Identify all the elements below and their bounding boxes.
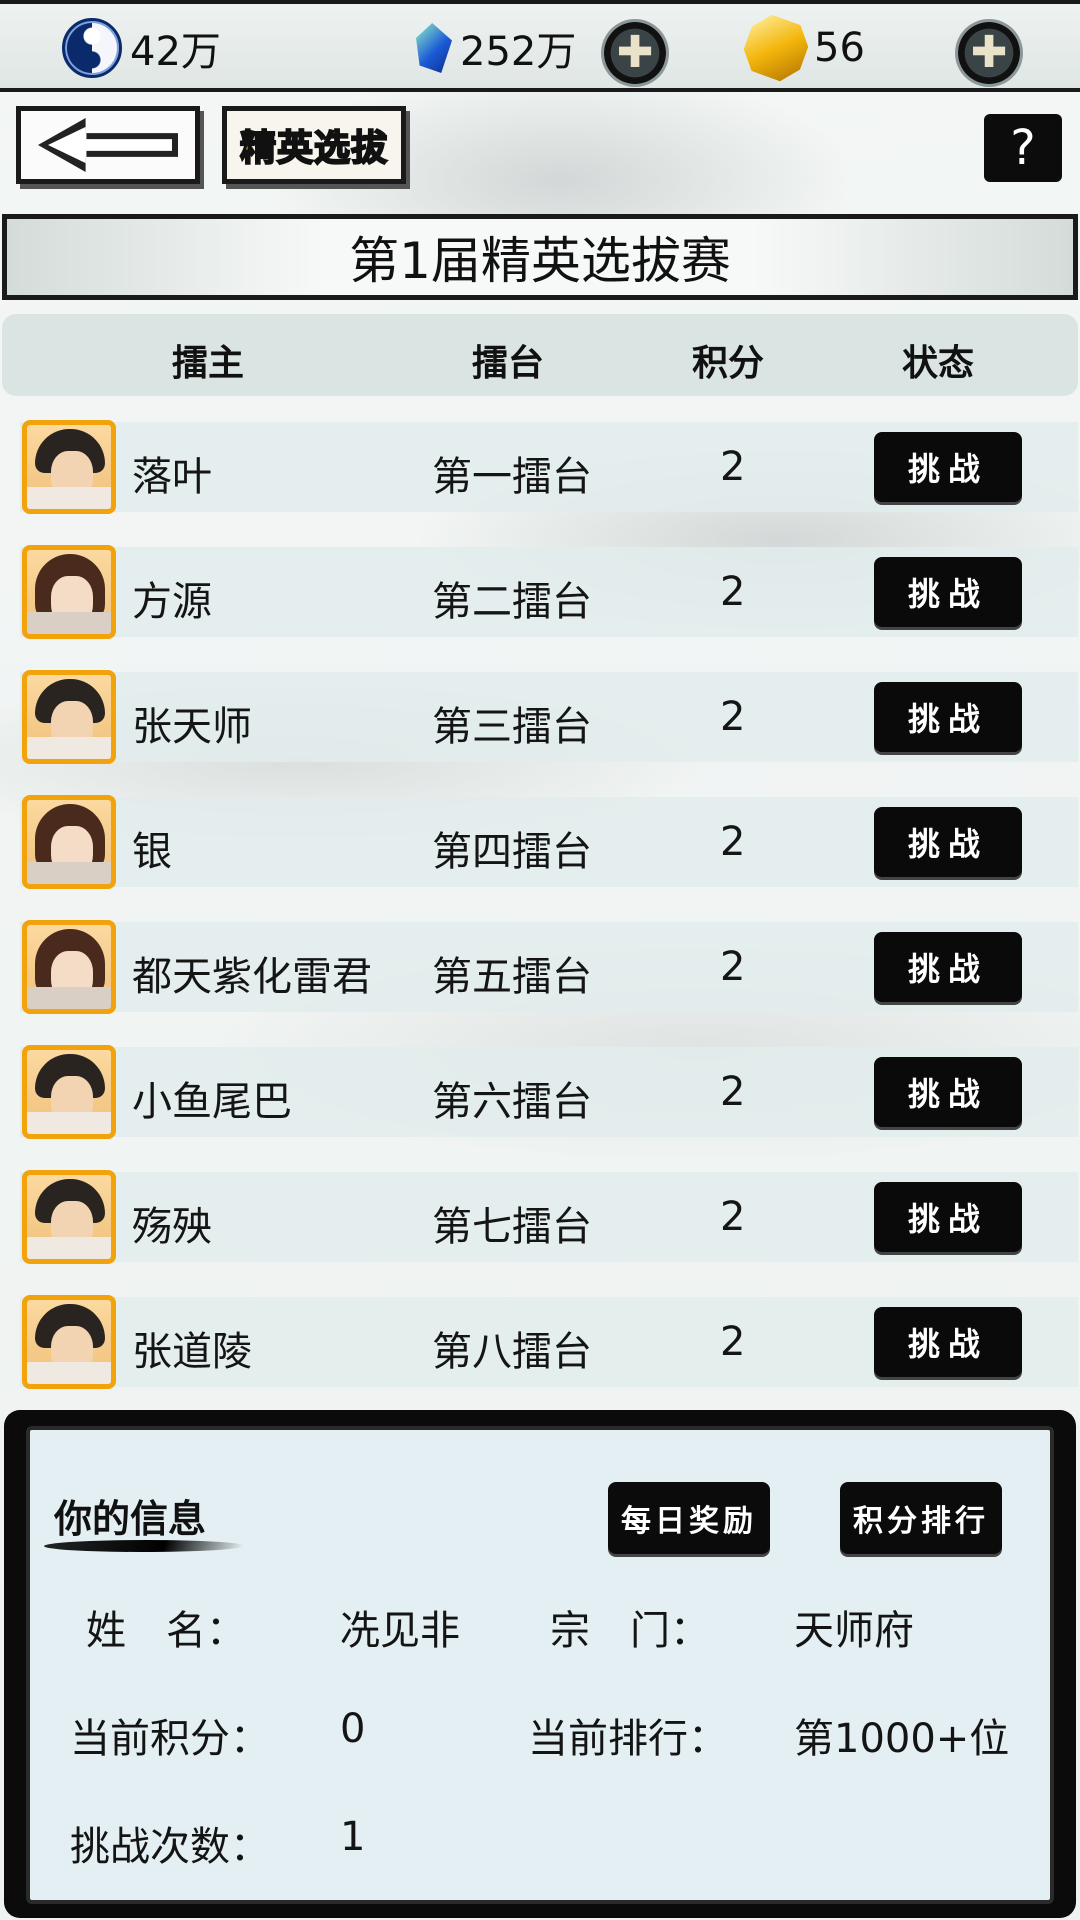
champion-name: 张天师	[132, 704, 252, 750]
champion-name: 落叶	[132, 454, 212, 500]
avatar[interactable]	[22, 920, 116, 1014]
name-label: 姓 名：	[86, 1608, 246, 1654]
rank-label: 当前排行：	[528, 1716, 728, 1762]
arena-name: 第二擂台	[432, 579, 592, 625]
yinyang-icon	[62, 18, 122, 78]
challenge-button[interactable]: 挑战	[874, 682, 1022, 752]
avatar[interactable]	[22, 670, 116, 764]
table-row: 殇殃 第七擂台 2 挑战	[20, 1170, 1078, 1264]
plus-icon: ✚	[616, 27, 654, 78]
coins-value: 42万	[130, 29, 221, 75]
challenges-value: 1	[340, 1814, 366, 1860]
avatar[interactable]	[22, 420, 116, 514]
sect-value: 天师府	[794, 1608, 914, 1654]
champion-name: 小鱼尾巴	[132, 1079, 292, 1125]
avatar[interactable]	[22, 1295, 116, 1389]
coins-resource: 42万	[62, 16, 221, 80]
name-value: 冼见非	[340, 1608, 460, 1654]
info-title: 你的信息	[54, 1496, 207, 1541]
table-header: 擂主 擂台 积分 状态	[2, 314, 1078, 396]
table-row: 张道陵 第八擂台 2 挑战	[20, 1295, 1078, 1389]
points-value: 2	[720, 1194, 746, 1240]
elite-selection-tab[interactable]: 精英选拔	[222, 106, 406, 184]
arena-name: 第七擂台	[432, 1204, 592, 1250]
challenge-button[interactable]: 挑战	[874, 1307, 1022, 1377]
points-value: 2	[720, 444, 746, 490]
avatar[interactable]	[22, 1045, 116, 1139]
player-info-content: 你的信息 每日奖励 积分排行 姓 名： 冼见非 宗 门： 天师府 当前积分： 0…	[26, 1426, 1054, 1904]
table-row: 方源 第二擂台 2 挑战	[20, 545, 1078, 639]
crystals-value: 252万	[460, 29, 577, 75]
crystals-resource: 252万	[410, 16, 576, 80]
back-button[interactable]	[16, 106, 200, 184]
avatar[interactable]	[22, 795, 116, 889]
points-label: 当前积分：	[70, 1716, 270, 1762]
back-arrow-icon	[38, 118, 178, 172]
brush-stroke-decoration	[41, 1540, 247, 1552]
rank-value: 第1000+位	[794, 1716, 1010, 1762]
table-row: 都天紫化雷君 第五擂台 2 挑战	[20, 920, 1078, 1014]
header-status: 状态	[902, 342, 975, 384]
champion-name: 方源	[132, 579, 212, 625]
sect-label: 宗 门：	[550, 1608, 710, 1654]
avatar[interactable]	[22, 1170, 116, 1264]
add-crystals-button[interactable]: ✚	[604, 22, 666, 84]
champion-name: 银	[132, 829, 172, 875]
challenge-button[interactable]: 挑战	[874, 557, 1022, 627]
points-value: 0	[340, 1706, 366, 1752]
challenge-button[interactable]: 挑战	[874, 1057, 1022, 1127]
table-row: 银 第四擂台 2 挑战	[20, 795, 1078, 889]
points-value: 2	[720, 819, 746, 865]
crystal-icon	[416, 23, 452, 73]
champion-name: 殇殃	[132, 1204, 212, 1250]
arena-name: 第三擂台	[432, 704, 592, 750]
page-title: 第1届精英选拔赛	[349, 232, 731, 290]
arena-name: 第一擂台	[432, 454, 592, 500]
gold-resource: 56	[746, 16, 865, 80]
gold-value: 56	[814, 25, 865, 71]
daily-reward-button[interactable]: 每日奖励	[608, 1482, 770, 1554]
header-champion: 擂主	[172, 342, 245, 384]
champion-name: 都天紫化雷君	[132, 954, 372, 1000]
points-value: 2	[720, 569, 746, 615]
table-row: 小鱼尾巴 第六擂台 2 挑战	[20, 1045, 1078, 1139]
resource-bar: 42万 252万 ✚ 56 ✚	[0, 0, 1080, 92]
table-row: 落叶 第一擂台 2 挑战	[20, 420, 1078, 514]
ranking-button[interactable]: 积分排行	[840, 1482, 1002, 1554]
header-arena: 擂台	[472, 342, 545, 384]
header-points: 积分	[692, 342, 765, 384]
avatar[interactable]	[22, 545, 116, 639]
arena-name: 第六擂台	[432, 1079, 592, 1125]
challenge-button[interactable]: 挑战	[874, 432, 1022, 502]
help-button[interactable]: ?	[984, 114, 1062, 182]
plus-icon: ✚	[970, 27, 1008, 78]
arena-name: 第五擂台	[432, 954, 592, 1000]
champion-name: 张道陵	[132, 1329, 252, 1375]
add-gold-button[interactable]: ✚	[958, 22, 1020, 84]
table-row: 张天师 第三擂台 2 挑战	[20, 670, 1078, 764]
tournament-title-banner: 第1届精英选拔赛	[2, 214, 1078, 300]
challenge-button[interactable]: 挑战	[874, 932, 1022, 1002]
arena-name: 第八擂台	[432, 1329, 592, 1375]
points-value: 2	[720, 1319, 746, 1365]
points-value: 2	[720, 1069, 746, 1115]
challenge-button[interactable]: 挑战	[874, 807, 1022, 877]
points-value: 2	[720, 944, 746, 990]
challenge-button[interactable]: 挑战	[874, 1182, 1022, 1252]
points-value: 2	[720, 694, 746, 740]
gold-gem-icon	[738, 10, 815, 87]
arena-name: 第四擂台	[432, 829, 592, 875]
challenges-label: 挑战次数：	[70, 1824, 270, 1870]
player-info-panel: 你的信息 每日奖励 积分排行 姓 名： 冼见非 宗 门： 天师府 当前积分： 0…	[4, 1410, 1076, 1918]
